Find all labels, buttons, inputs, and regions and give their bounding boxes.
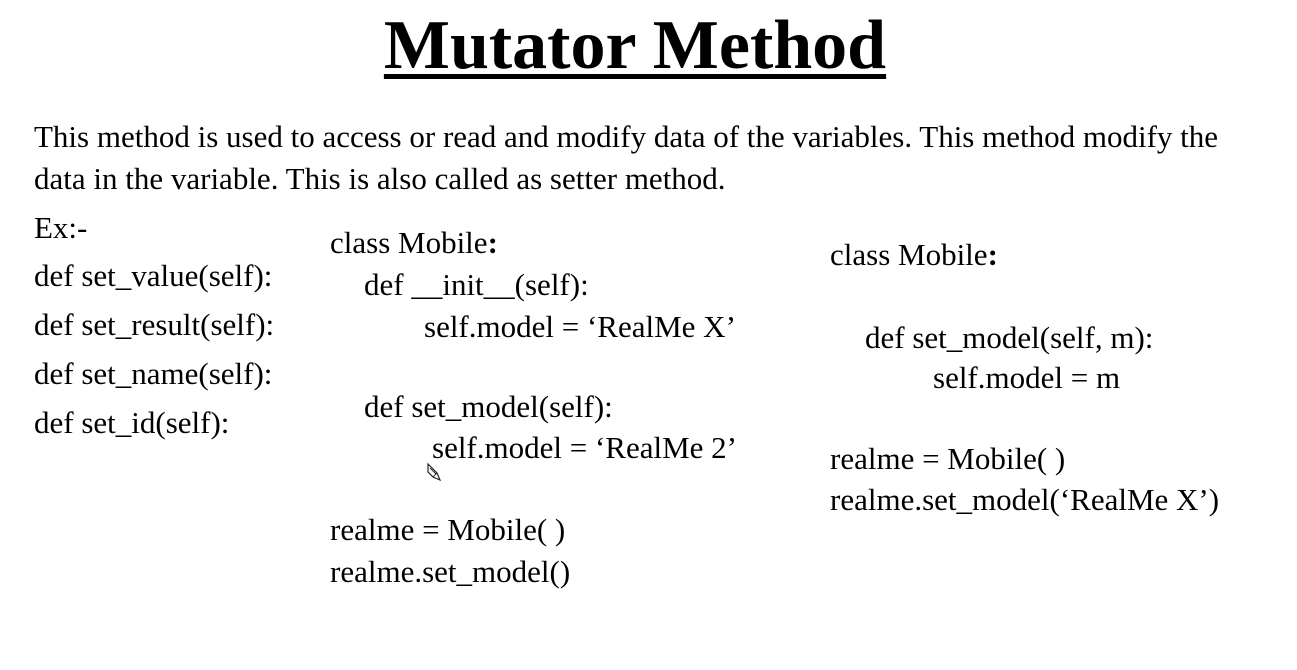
code-class-keyword: class Mobile: [830, 237, 988, 272]
example-item: def set_result(self):: [34, 307, 275, 342]
example-item: def set_value(self):: [34, 258, 273, 293]
code-line-instance: realme = Mobile( ): [830, 441, 1066, 476]
code-class-keyword: class Mobile: [330, 225, 488, 260]
code-line-class: class Mobile:: [330, 225, 498, 261]
code-line-init-body: self.model = ‘RealMe X’: [424, 309, 736, 344]
code-line-call: realme.set_model(‘RealMe X’): [830, 482, 1220, 517]
code-class-colon: :: [987, 237, 998, 272]
code-line-set-body: self.model = ‘RealMe 2’: [432, 430, 738, 465]
code-line-set-def: def set_model(self):: [364, 389, 613, 424]
example-item: def set_id(self):: [34, 405, 230, 440]
code-line-set-body: self.model = m: [933, 360, 1121, 395]
slide-title: Mutator Method: [383, 7, 887, 84]
code-line-instance: realme = Mobile( ): [330, 512, 566, 547]
code-class-colon: :: [487, 225, 498, 260]
code-line-set-def: def set_model(self, m):: [865, 320, 1154, 355]
pencil-cursor-icon: [427, 462, 442, 482]
code-line-init-def: def __init__(self):: [364, 267, 589, 302]
slide: Mutator Method This method is used to ac…: [0, 0, 1297, 670]
example-item: def set_name(self):: [34, 356, 273, 391]
code-line-class: class Mobile:: [830, 237, 998, 273]
code-line-call: realme.set_model(): [330, 554, 571, 589]
examples-label: Ex:-: [34, 210, 88, 245]
description-paragraph: This method is used to access or read an…: [34, 119, 1219, 196]
